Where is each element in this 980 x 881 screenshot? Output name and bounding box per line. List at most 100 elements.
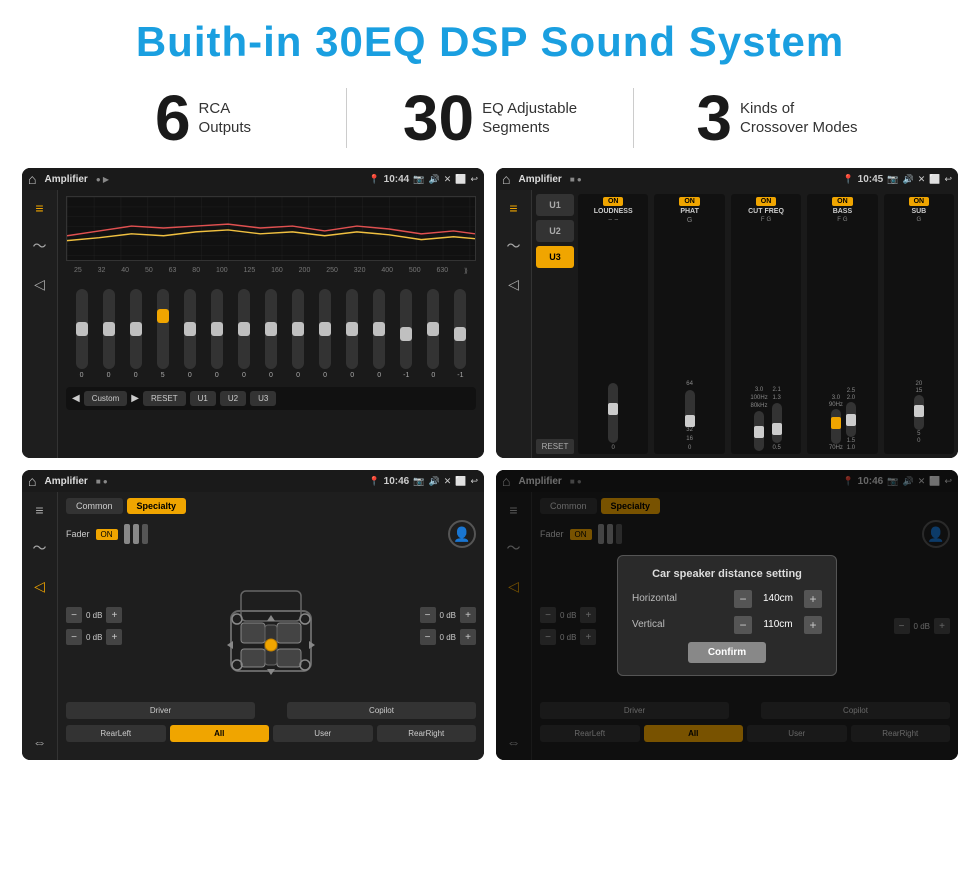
page-title: Buith-in 30EQ DSP Sound System (0, 0, 980, 76)
speaker1-main-content: Common Specialty Fader ON 👤 (58, 492, 484, 760)
speaker1-icon-balance[interactable]: ⇔ (28, 730, 52, 754)
eq-slider-12[interactable]: -1 (400, 289, 412, 379)
stat-rca: 6 RCA Outputs (60, 86, 346, 150)
speaker1-status-bar: ⌂ Amplifier ■ ● 📍 10:46 📷 🔊 ✕ ⬜ ↩ (22, 470, 484, 492)
cutfreq-on[interactable]: ON (756, 197, 777, 206)
fader-on-badge[interactable]: ON (96, 529, 118, 540)
eq-slider-0[interactable]: 0 (76, 289, 88, 379)
db-plus-2[interactable]: + (460, 607, 476, 623)
eq-preset-btn[interactable]: Custom (84, 391, 128, 406)
horizontal-minus-btn[interactable]: − (734, 590, 752, 608)
db-plus-1[interactable]: + (106, 629, 122, 645)
speaker1-car-diagram (211, 561, 331, 691)
eq-slider-2[interactable]: 0 (130, 289, 142, 379)
crossover-u3-btn[interactable]: U3 (536, 246, 574, 268)
sp-btn-rearleft[interactable]: RearLeft (66, 725, 166, 742)
speaker1-avatar[interactable]: 👤 (448, 520, 476, 548)
speaker1-x-icon[interactable]: ✕ (444, 476, 452, 487)
crossover-x-icon[interactable]: ✕ (918, 174, 926, 185)
speaker1-icon-speaker[interactable]: ◁ (28, 574, 52, 598)
vertical-value: 110cm (758, 619, 798, 630)
speaker1-back-icon[interactable]: ↩ (470, 476, 478, 487)
eq-slider-11[interactable]: 0 (373, 289, 385, 379)
sp-btn-copilot[interactable]: Copilot (287, 702, 476, 719)
eq-status-bar: ⌂ Amplifier ● ▶ 📍 10:44 📷 🔊 ✕ ⬜ ↩ (22, 168, 484, 190)
sub-slider-area: 2015 50 (887, 225, 951, 451)
eq-slider-8[interactable]: 0 (292, 289, 304, 379)
eq-icon-equalizer[interactable]: ≡ (28, 196, 52, 220)
eq-slider-1[interactable]: 0 (103, 289, 115, 379)
fader-bar-2 (133, 524, 139, 544)
eq-u2-btn[interactable]: U2 (220, 391, 246, 406)
vertical-plus-btn[interactable]: + (804, 616, 822, 634)
db-plus-3[interactable]: + (460, 629, 476, 645)
sp-btn-driver[interactable]: Driver (66, 702, 255, 719)
crossover-icon-eq[interactable]: ≡ (502, 196, 526, 220)
eq-slider-13[interactable]: 0 (427, 289, 439, 379)
horizontal-plus-btn[interactable]: + (804, 590, 822, 608)
speaker1-bottom-buttons-2: RearLeft All User RearRight (66, 725, 476, 742)
db-plus-0[interactable]: + (106, 607, 122, 623)
speaker1-home-icon[interactable]: ⌂ (28, 473, 36, 489)
crossover-volume-icon: 🔊 (902, 174, 913, 185)
eq-slider-3[interactable]: 5 (157, 289, 169, 379)
horizontal-value: 140cm (758, 593, 798, 604)
phat-on[interactable]: ON (679, 197, 700, 206)
eq-prev-btn[interactable]: ◀ (72, 393, 80, 404)
speaker1-tab-specialty[interactable]: Specialty (127, 498, 187, 514)
eq-camera-icon: 📷 (413, 174, 424, 185)
crossover-icon-speaker[interactable]: ◁ (502, 272, 526, 296)
crossover-rect-icon[interactable]: ⬜ (929, 174, 940, 185)
crossover-icon-wave[interactable]: 〜 (502, 234, 526, 258)
crossover-u1-btn[interactable]: U1 (536, 194, 574, 216)
crossover-reset-btn[interactable]: RESET (536, 439, 574, 454)
bass-label: BASS (833, 208, 852, 215)
db-minus-1[interactable]: − (66, 629, 82, 645)
sp-btn-all[interactable]: All (170, 725, 270, 742)
eq-rect-icon[interactable]: ⬜ (455, 174, 466, 185)
eq-x-icon[interactable]: ✕ (444, 174, 452, 185)
eq-icon-speaker[interactable]: ◁ (28, 272, 52, 296)
bass-on[interactable]: ON (832, 197, 853, 206)
eq-slider-4[interactable]: 0 (184, 289, 196, 379)
speaker1-rect-icon[interactable]: ⬜ (455, 476, 466, 487)
loudness-on[interactable]: ON (603, 197, 624, 206)
speaker1-icon-wave[interactable]: 〜 (28, 536, 52, 560)
eq-slider-9[interactable]: 0 (319, 289, 331, 379)
car-diagram-svg (211, 561, 331, 691)
eq-home-icon[interactable]: ⌂ (28, 171, 36, 187)
eq-reset-btn[interactable]: RESET (143, 391, 186, 406)
stat-rca-text: RCA Outputs (199, 99, 252, 138)
vertical-row: Vertical − 110cm + (632, 616, 822, 634)
sp-btn-user[interactable]: User (273, 725, 373, 742)
db-minus-2[interactable]: − (420, 607, 436, 623)
eq-volume-icon: 🔊 (428, 174, 439, 185)
eq-main-content: 2532405063 80100125160200 25032040050063… (58, 190, 484, 458)
eq-u3-btn[interactable]: U3 (250, 391, 276, 406)
eq-slider-10[interactable]: 0 (346, 289, 358, 379)
confirm-button[interactable]: Confirm (688, 642, 766, 663)
db-minus-0[interactable]: − (66, 607, 82, 623)
eq-slider-14[interactable]: -1 (454, 289, 466, 379)
eq-u1-btn[interactable]: U1 (190, 391, 216, 406)
eq-slider-6[interactable]: 0 (238, 289, 250, 379)
crossover-back-icon[interactable]: ↩ (944, 174, 952, 185)
eq-icon-wave[interactable]: 〜 (28, 234, 52, 258)
eq-slider-5[interactable]: 0 (211, 289, 223, 379)
crossover-ch-sub: ON SUB G 2015 50 (884, 194, 954, 454)
crossover-home-icon[interactable]: ⌂ (502, 171, 510, 187)
sp-btn-rearright[interactable]: RearRight (377, 725, 477, 742)
eq-slider-7[interactable]: 0 (265, 289, 277, 379)
db-minus-3[interactable]: − (420, 629, 436, 645)
vertical-minus-btn[interactable]: − (734, 616, 752, 634)
db-val-3: 0 dB (440, 633, 456, 642)
eq-next-btn[interactable]: ▶ (131, 393, 139, 404)
speaker1-icon-eq[interactable]: ≡ (28, 498, 52, 522)
crossover-u2-btn[interactable]: U2 (536, 220, 574, 242)
db-val-2: 0 dB (440, 611, 456, 620)
sub-on[interactable]: ON (909, 197, 930, 206)
db-row-0: − 0 dB + (66, 607, 122, 623)
speaker1-layout: − 0 dB + − 0 dB + (66, 556, 476, 696)
eq-back-icon[interactable]: ↩ (470, 174, 478, 185)
speaker1-tab-common[interactable]: Common (66, 498, 123, 514)
